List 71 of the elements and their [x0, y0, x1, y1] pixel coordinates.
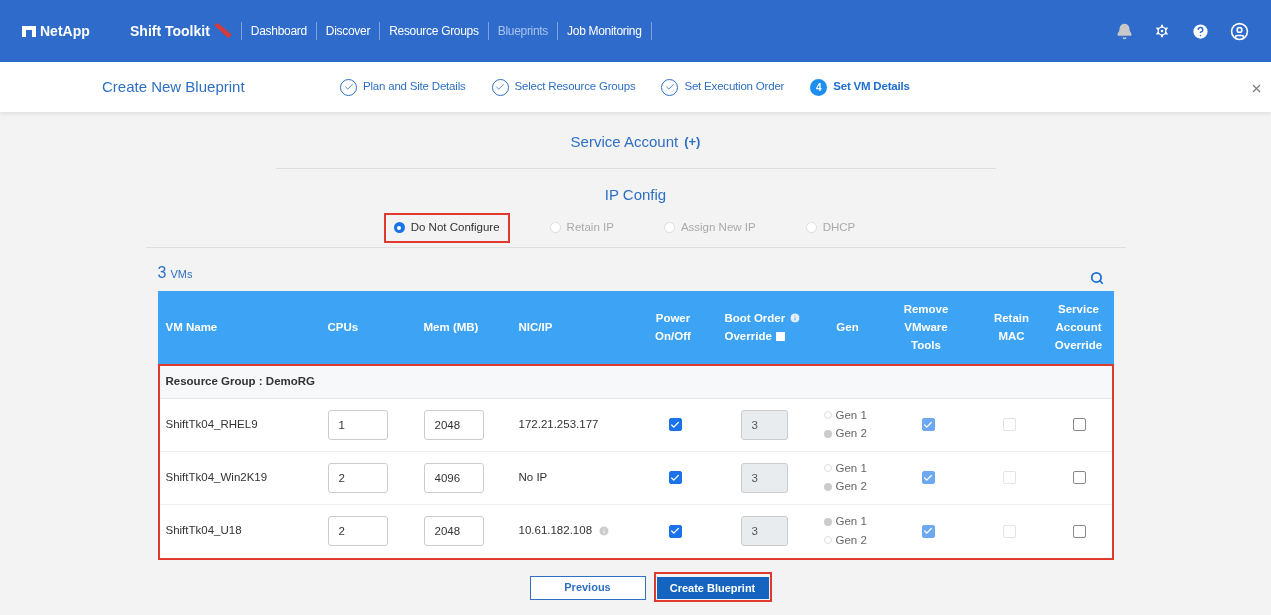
radio-option[interactable]: Gen 1: [823, 459, 881, 477]
input-field[interactable]: 3: [740, 516, 788, 546]
checkbox[interactable]: [921, 418, 935, 431]
input-field[interactable]: 3: [740, 462, 788, 493]
input-field[interactable]: 4096: [423, 462, 484, 493]
input-field[interactable]: 2: [327, 462, 388, 493]
brand-name: NetApp: [40, 21, 90, 41]
add-service-account-button[interactable]: (+): [684, 132, 701, 152]
create-blueprint-button[interactable]: Create Blueprint: [656, 576, 769, 599]
checkbox[interactable]: [1072, 524, 1086, 538]
logo-icon: [22, 25, 36, 37]
column-header: Remove VMware Tools: [902, 302, 950, 353]
vm-count-unit: VMs: [170, 266, 193, 282]
wizard-title: Create New Blueprint: [102, 76, 246, 97]
wizard-step[interactable]: Plan and Site Details: [363, 78, 466, 96]
column-header: NIC/IP: [518, 321, 553, 333]
user-icon[interactable]: [1230, 21, 1249, 41]
table-cell-text: 172.21.253.177: [518, 416, 599, 432]
radio-option[interactable]: Gen 2: [823, 478, 881, 496]
checkbox[interactable]: [668, 524, 682, 538]
checkbox[interactable]: [668, 471, 682, 484]
vm-count: 3: [157, 262, 167, 283]
wizard-step[interactable]: Select Resource Groups: [514, 78, 636, 96]
help-icon[interactable]: [1191, 21, 1210, 41]
radio-option[interactable]: Gen 2: [823, 425, 881, 443]
service-account-label: Service Account: [570, 131, 679, 152]
table-cell: ShiftTk04_Win2K19: [165, 470, 268, 483]
nav-link[interactable]: Job Monitoring: [567, 22, 642, 40]
input-field[interactable]: 3: [740, 409, 788, 440]
checkbox[interactable]: [921, 524, 935, 538]
column-header: Service Account Override: [1053, 302, 1104, 353]
input-field[interactable]: 2048: [423, 409, 484, 440]
checkbox[interactable]: [668, 418, 682, 431]
radio-option[interactable]: Do Not Configure: [383, 212, 510, 243]
wizard-step[interactable]: Set Execution Order: [684, 78, 785, 96]
table-cell-text: No IP: [518, 469, 548, 485]
column-header: Power On/Off: [654, 311, 692, 344]
nav-link[interactable]: Dashboard: [250, 22, 307, 40]
table-cell: ShiftTk04_RHEL9: [165, 417, 258, 430]
nav-link[interactable]: Resource Groups: [389, 22, 479, 40]
override-label: Override: [724, 329, 772, 344]
table-cell: ShiftTk04_U18: [165, 524, 242, 537]
column-header: Boot Order: [724, 311, 786, 326]
product-name: Shift Toolkit: [130, 21, 210, 41]
settings-icon[interactable]: [1153, 22, 1171, 40]
input-field[interactable]: 2048: [423, 516, 484, 546]
table-cell-text: 10.61.182.108: [518, 523, 593, 539]
radio-option[interactable]: Gen 1: [823, 406, 881, 424]
override-checkbox[interactable]: [775, 331, 785, 341]
group-heading: Resource Group : DemoRG: [165, 373, 316, 389]
info-icon: [789, 312, 802, 324]
radio-option[interactable]: Gen 2: [823, 531, 881, 549]
column-header: Retain MAC: [992, 311, 1031, 344]
input-field[interactable]: 2: [327, 516, 388, 546]
radio-option[interactable]: Gen 1: [823, 513, 881, 531]
checkbox[interactable]: [921, 471, 935, 484]
checkbox[interactable]: [1072, 471, 1086, 484]
column-header: Mem (MB): [423, 321, 479, 333]
wizard-step[interactable]: Set VM Details: [833, 78, 910, 96]
nav-link[interactable]: Discover: [325, 22, 371, 40]
notifications-icon[interactable]: [1116, 22, 1133, 40]
input-field[interactable]: 1: [327, 409, 388, 440]
close-icon[interactable]: [1250, 82, 1263, 95]
search-icon[interactable]: [1089, 270, 1104, 285]
checkbox[interactable]: [1072, 418, 1086, 431]
column-header: CPUs: [327, 321, 359, 333]
previous-button[interactable]: Previous: [529, 575, 646, 600]
column-header: VM Name: [165, 321, 218, 333]
step-number: 4: [810, 78, 828, 96]
section-title: IP Config: [604, 185, 667, 205]
column-header: Gen: [835, 320, 860, 335]
